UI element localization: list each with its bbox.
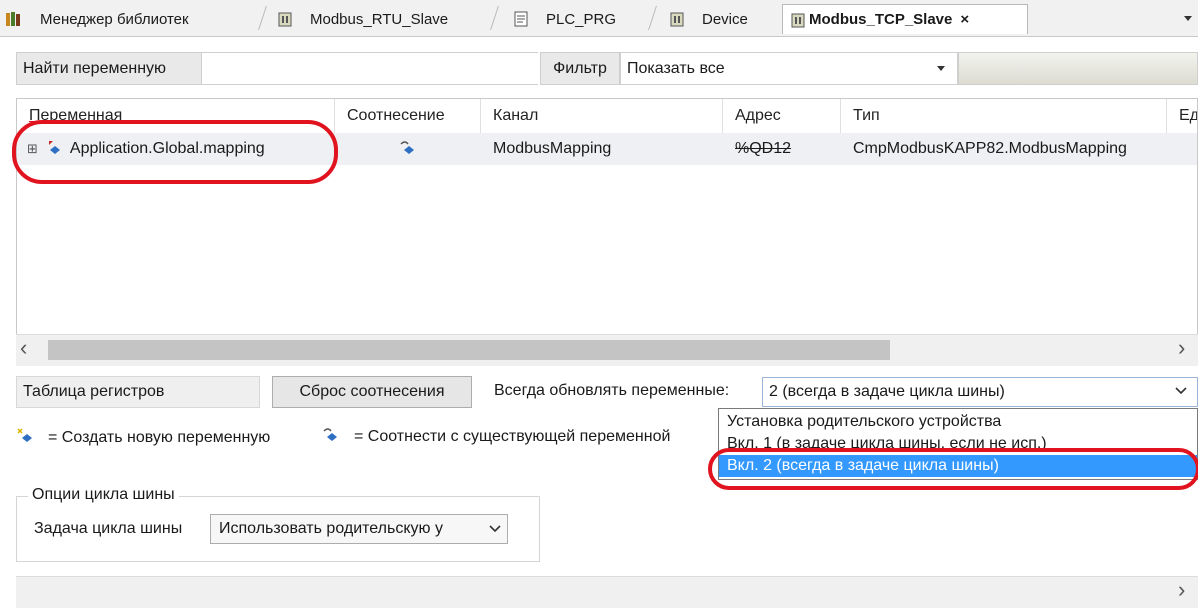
register-table-label: Таблица регистров [23, 383, 165, 400]
scroll-right-icon[interactable]: › [1178, 578, 1185, 602]
column-header-mapping[interactable]: Соотнесение [335, 99, 481, 133]
column-header-label: Ед [1179, 107, 1198, 124]
chevron-down-icon [489, 522, 501, 541]
legend-create-variable: = Создать новую переменную [16, 426, 270, 449]
always-update-label: Всегда обновлять переменные: [494, 382, 730, 399]
find-variable-input[interactable] [202, 52, 538, 85]
device-icon [670, 11, 684, 27]
address-value: %QD12 [735, 140, 792, 157]
dropdown-option-selected[interactable]: Вкл. 2 (всегда в задаче цикла шины) [719, 455, 1197, 477]
tab-label: Modbus_TCP_Slave [809, 11, 953, 28]
tab-plc-prg[interactable]: PLC_PRG [514, 4, 616, 34]
column-header-label: Переменная [29, 107, 123, 124]
bus-cycle-options-title: Опции цикла шины [28, 486, 179, 504]
io-mapping-table: Переменная Соотнесение Канал Адрес Тип Е… [16, 98, 1198, 366]
chevron-down-icon [1175, 384, 1187, 403]
column-header-label: Канал [493, 107, 539, 124]
always-update-dropdown-list: Установка родительского устройства Вкл. … [718, 408, 1198, 480]
filter-value: Показать все [627, 59, 725, 77]
editor-tab-bar: Менеджер библиотек Modbus_RTU_Slave PLC_… [0, 0, 1198, 37]
tab-modbus-tcp-slave[interactable]: Modbus_TCP_Slave × [782, 4, 1028, 34]
program-icon [514, 11, 528, 27]
map-existing-icon [399, 139, 417, 160]
bus-cycle-task-value: Использовать родительскую у [219, 520, 443, 537]
bus-cycle-task-select[interactable]: Использовать родительскую у [210, 514, 508, 544]
scroll-right-icon[interactable]: › [1178, 336, 1185, 360]
dropdown-option[interactable]: Установка родительского устройства [719, 411, 1197, 433]
tab-list-dropdown-icon[interactable] [1184, 16, 1192, 21]
address-cell: %QD12 [723, 133, 841, 165]
legend-map-existing: = Соотнести с существующей переменной [322, 426, 670, 447]
library-icon [6, 11, 20, 27]
tab-label: Device [702, 10, 748, 28]
filter-label: Фильтр [540, 52, 620, 85]
create-variable-icon [16, 426, 36, 449]
type-cell: CmpModbusKAPP82.ModbusMapping [841, 133, 1167, 165]
expand-icon[interactable]: ⊞ [27, 141, 38, 157]
find-variable-label: Найти переменную [23, 59, 167, 77]
variable-name: Application.Global.mapping [69, 140, 265, 157]
tab-modbus-rtu-slave[interactable]: Modbus_RTU_Slave [278, 4, 448, 34]
tab-library-manager[interactable]: Менеджер библиотек [6, 4, 189, 34]
dropdown-option[interactable]: Вкл. 1 (в задаче цикла шины, если не исп… [719, 433, 1197, 455]
reset-mapping-label: Сброс соотнесения [299, 383, 445, 400]
filter-select[interactable]: Показать все [620, 52, 958, 85]
chevron-down-icon [937, 66, 945, 71]
tab-label: Modbus_RTU_Slave [310, 10, 449, 28]
close-icon[interactable]: × [960, 11, 969, 28]
filter-toolbar-area [958, 52, 1198, 85]
column-header-channel[interactable]: Канал [481, 99, 723, 133]
scroll-left-icon[interactable]: ‹ [20, 336, 27, 360]
type-value: CmpModbusKAPP82.ModbusMapping [853, 140, 1127, 157]
column-header-unit[interactable]: Ед [1167, 99, 1198, 133]
channel-cell: ModbusMapping [481, 133, 723, 165]
legend-map-text: = Соотнести с существующей переменной [354, 427, 671, 445]
register-table-button[interactable]: Таблица регистров [16, 376, 260, 408]
find-variable-button[interactable]: Найти переменную [16, 52, 202, 85]
always-update-select[interactable]: 2 (всегда в задаче цикла шины) [762, 377, 1198, 407]
column-header-label: Адрес [735, 107, 781, 124]
map-existing-icon [322, 426, 340, 447]
tab-device[interactable]: Device [670, 4, 748, 34]
mapping-cell[interactable] [335, 133, 481, 165]
tab-label: Менеджер библиотек [40, 10, 189, 28]
tab-label: PLC_PRG [546, 10, 617, 28]
page-horizontal-scrollbar[interactable] [16, 576, 1198, 608]
device-icon [278, 11, 292, 27]
bus-cycle-task-label: Задача цикла шины [34, 520, 183, 537]
column-header-label: Соотнесение [347, 107, 445, 124]
channel-value: ModbusMapping [493, 140, 612, 157]
scrollbar-thumb[interactable] [48, 340, 890, 360]
variable-mapped-icon [46, 138, 64, 161]
device-icon [791, 12, 805, 28]
column-header-label: Тип [853, 107, 880, 124]
always-update-value: 2 (всегда в задаче цикла шины) [769, 383, 1005, 400]
table-row[interactable]: ⊞ Application.Global.mapping ModbusMappi… [17, 133, 1197, 165]
legend-create-text: = Создать новую переменную [48, 428, 271, 446]
column-header-variable[interactable]: Переменная [17, 99, 335, 133]
column-header-type[interactable]: Тип [841, 99, 1167, 133]
filter-label-text: Фильтр [553, 59, 607, 77]
reset-mapping-button[interactable]: Сброс соотнесения [272, 376, 472, 408]
column-header-address[interactable]: Адрес [723, 99, 841, 133]
